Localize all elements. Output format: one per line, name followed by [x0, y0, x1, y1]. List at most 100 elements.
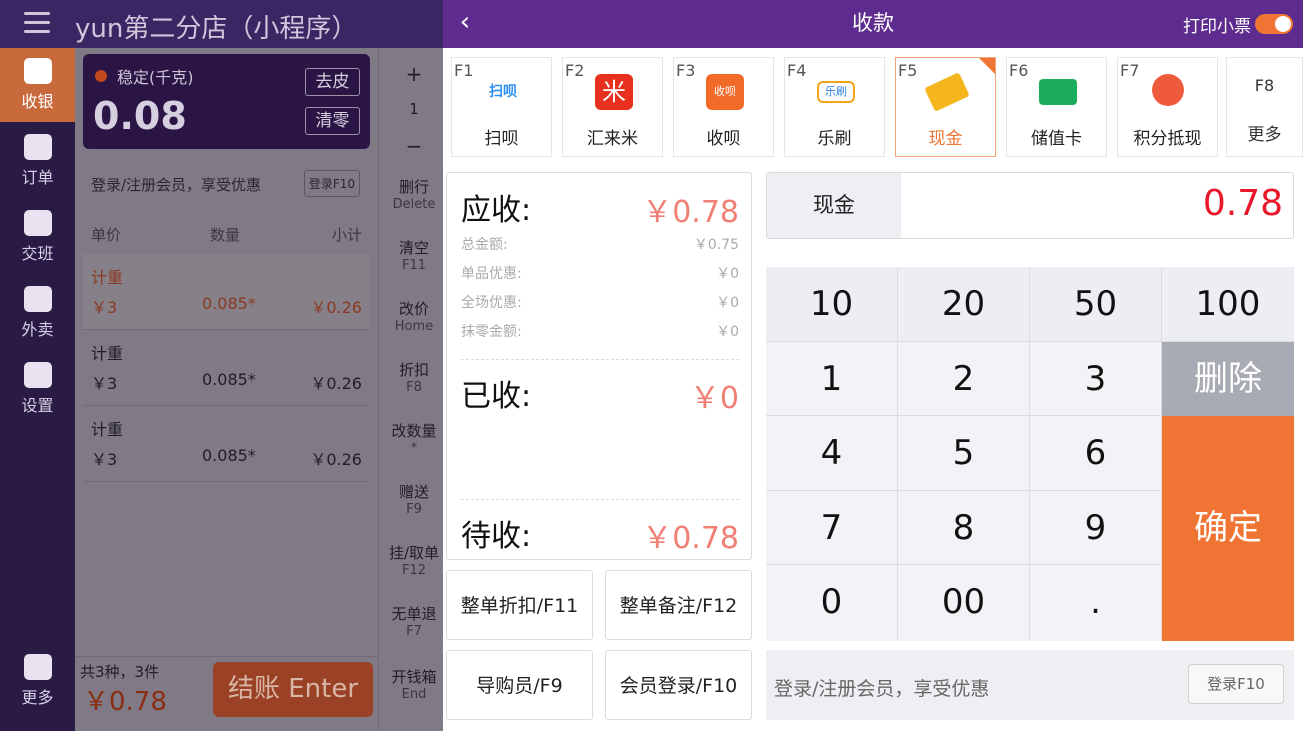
method-points[interactable]: F7 积分抵现: [1117, 57, 1218, 157]
item-subtotal: ￥0.26: [310, 450, 362, 469]
op-change-price[interactable]: 改价 Home: [379, 298, 449, 334]
divider: [461, 499, 739, 500]
cart-header: 单价 数量 小计: [83, 218, 370, 248]
nav-item-settings[interactable]: 设置: [0, 352, 75, 426]
payment-dialog: 收款 ‹ 打印小票 F1 扫呗 扫呗 F2 米 汇来米 F3 收呗 收呗 F4 …: [443, 0, 1303, 731]
digit-key[interactable]: 6: [1030, 416, 1162, 491]
method-key: F8: [1254, 76, 1275, 95]
digit-key[interactable]: 2: [898, 341, 1030, 417]
col-price: 单价: [91, 226, 122, 244]
order-note-button[interactable]: 整单备注/F12: [605, 570, 752, 640]
nav-item-more[interactable]: 更多: [0, 644, 75, 718]
detail-value: ￥0: [716, 324, 739, 340]
received-label: 已收:: [461, 379, 532, 414]
nav-item-delivery[interactable]: 外卖: [0, 276, 75, 350]
detail-value: ￥0: [716, 266, 739, 282]
selected-method-box[interactable]: 现金 0.78: [766, 172, 1294, 239]
checkout-button[interactable]: 结账 Enter: [213, 662, 373, 717]
cart-row[interactable]: 计重 ￥3 0.085* ￥0.26: [83, 406, 370, 482]
digit-key[interactable]: 0: [766, 565, 898, 640]
method-label: 汇来米: [587, 129, 638, 149]
quick-amount-key[interactable]: 50: [1030, 267, 1162, 342]
digit-key[interactable]: 8: [898, 490, 1030, 566]
scale-value: 0.08: [93, 94, 187, 138]
detail-label: 总金额:: [461, 237, 508, 253]
op-hold-order[interactable]: 挂/取单 F12: [379, 542, 449, 578]
detail-value: ￥0.75: [693, 237, 739, 253]
digit-key[interactable]: 1: [766, 341, 898, 417]
op-key: F12: [401, 563, 427, 578]
op-discount[interactable]: 折扣 F8: [379, 359, 449, 395]
digit-key[interactable]: 3: [1030, 341, 1162, 417]
payment-methods: F1 扫呗 扫呗 F2 米 汇来米 F3 收呗 收呗 F4 乐刷 乐刷 F5 现…: [451, 57, 1303, 157]
digit-key[interactable]: 00: [898, 565, 1030, 640]
qty-value: 1: [409, 100, 419, 118]
payment-amount-input[interactable]: 0.78: [1203, 183, 1283, 224]
quick-amount-key[interactable]: 20: [898, 267, 1030, 342]
decimal-key[interactable]: .: [1030, 565, 1162, 640]
nav-item-shift[interactable]: 交班: [0, 200, 75, 274]
op-delete-line[interactable]: 删行 Delete: [379, 176, 449, 212]
digit-key[interactable]: 9: [1030, 490, 1162, 566]
nav-item-orders[interactable]: 订单: [0, 124, 75, 198]
salesperson-button[interactable]: 导购员/F9: [446, 650, 593, 720]
stored-card-icon: [1039, 79, 1077, 105]
delete-key[interactable]: 删除: [1162, 341, 1294, 417]
qty-plus-button[interactable]: +: [379, 62, 449, 86]
huilaimi-icon: 米: [595, 74, 633, 110]
operations-column: + 1 − 删行 Delete 清空 F11 改价 Home 折扣 F8 改数量 * 赠送…: [378, 48, 448, 731]
nav-label: 收银: [21, 92, 54, 111]
digit-key[interactable]: 5: [898, 416, 1030, 491]
item-price: ￥3: [91, 298, 118, 317]
quick-amount-key[interactable]: 100: [1162, 267, 1294, 342]
op-refund[interactable]: 无单退 F7: [379, 603, 449, 639]
item-name: 计重: [91, 268, 124, 287]
op-change-qty[interactable]: 改数量 *: [379, 420, 449, 456]
method-saobei[interactable]: F1 扫呗 扫呗: [451, 57, 552, 157]
leshua-icon: 乐刷: [817, 81, 855, 103]
tare-button[interactable]: 去皮: [305, 68, 360, 96]
member-login-button[interactable]: 登录F10: [1188, 664, 1284, 704]
op-key: F7: [406, 624, 422, 639]
member-prompt: 登录/注册会员，享受优惠: [774, 678, 990, 700]
confirm-key[interactable]: 确定: [1162, 416, 1294, 641]
cart-row[interactable]: 计重 ￥3 0.085* ￥0.26: [83, 254, 370, 330]
item-qty: 0.085*: [202, 446, 256, 465]
op-open-drawer[interactable]: 开钱箱 End: [379, 666, 449, 702]
print-receipt-label: 打印小票: [1183, 17, 1251, 37]
selected-method-name: 现金: [767, 173, 901, 238]
nav-item-cashier[interactable]: 收银: [0, 48, 75, 122]
op-label: 开钱箱: [391, 668, 437, 686]
menu-icon[interactable]: [24, 12, 50, 34]
method-key: F3: [676, 61, 696, 80]
zero-button[interactable]: 清零: [305, 107, 360, 135]
cart-member-login-button[interactable]: 登录F10: [303, 170, 360, 197]
truck-icon: [23, 134, 52, 160]
nav-label: 外卖: [21, 320, 54, 339]
cart-row[interactable]: 计重 ￥3 0.085* ￥0.26: [83, 330, 370, 406]
back-icon[interactable]: ‹: [451, 9, 479, 38]
item-qty: 0.085*: [202, 294, 256, 313]
digit-key[interactable]: 7: [766, 490, 898, 566]
method-more[interactable]: F8 更多: [1226, 57, 1303, 157]
receivable-label: 应收:: [461, 193, 532, 228]
method-huilaimi[interactable]: F2 米 汇来米: [562, 57, 663, 157]
op-clear[interactable]: 清空 F11: [379, 237, 449, 273]
print-receipt-toggle[interactable]: [1255, 14, 1293, 34]
method-leshua[interactable]: F4 乐刷 乐刷: [784, 57, 885, 157]
side-nav: 收银 订单 交班 外卖 设置 更多: [0, 48, 75, 731]
order-discount-button[interactable]: 整单折扣/F11: [446, 570, 593, 640]
digit-key[interactable]: 4: [766, 416, 898, 491]
numeric-keypad: 10 20 50 100 1 2 3 4 5 6 7 8 9 0 00 . 删除…: [766, 267, 1294, 641]
cart-footer: 共3种，3件 ￥0.78 结账 Enter: [75, 656, 378, 731]
selected-corner-icon: [979, 58, 995, 74]
method-stored-card[interactable]: F6 储值卡: [1006, 57, 1107, 157]
method-cash[interactable]: F5 现金: [895, 57, 996, 157]
op-label: 改数量: [391, 422, 437, 440]
quick-amount-key[interactable]: 10: [766, 267, 898, 342]
qty-minus-button[interactable]: −: [379, 134, 449, 158]
op-gift[interactable]: 赠送 F9: [379, 481, 449, 517]
method-shoubei[interactable]: F3 收呗 收呗: [673, 57, 774, 157]
member-login-action-button[interactable]: 会员登录/F10: [605, 650, 752, 720]
detail-value: ￥0: [716, 295, 739, 311]
